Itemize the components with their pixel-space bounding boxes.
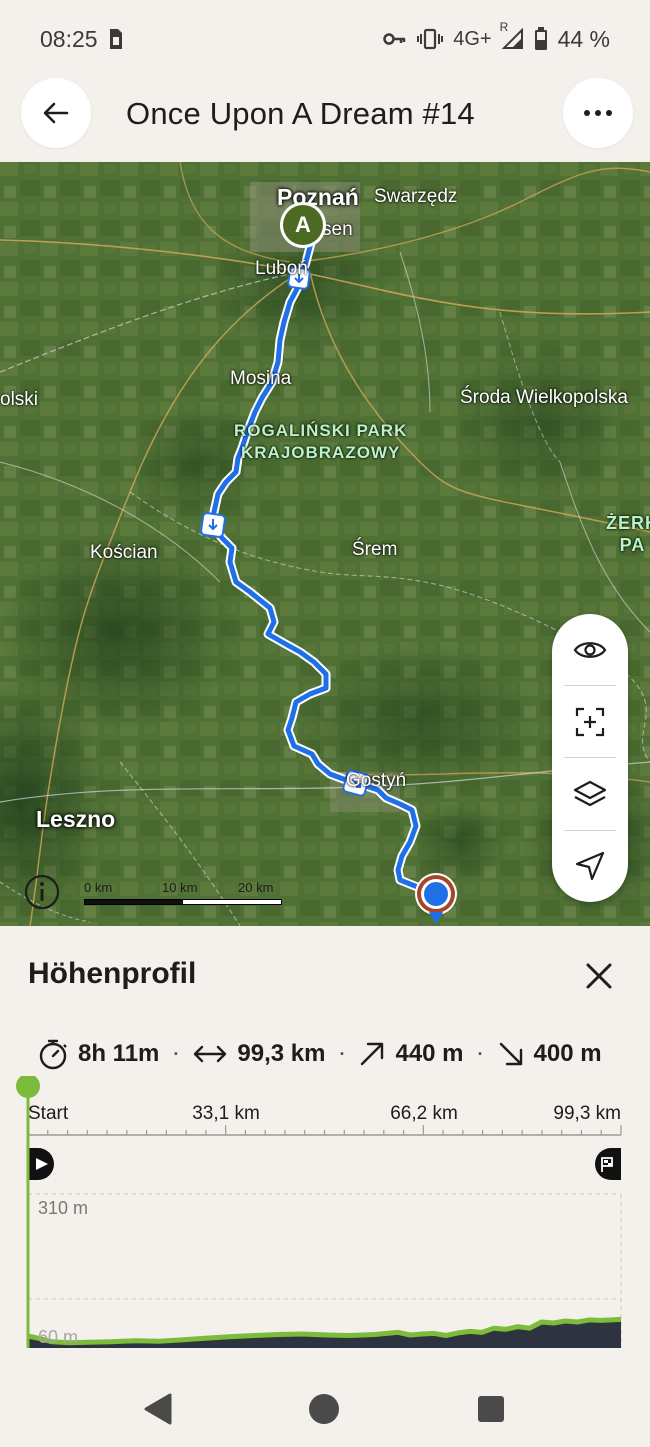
map-label-olski: olski xyxy=(0,389,39,410)
map-label-sroda: Środa Wielkopolska xyxy=(460,387,628,408)
map-label-mosina: Mosina xyxy=(230,368,292,389)
y-max-label: 310 m xyxy=(38,1198,88,1218)
top-app-bar: Once Upon A Dream #14 xyxy=(0,78,650,162)
scale-bar xyxy=(84,899,282,905)
map-label-leszno: Leszno xyxy=(36,806,116,832)
checker-square xyxy=(604,1160,608,1163)
more-options-button[interactable] xyxy=(563,78,633,148)
distance-tick-label: 33,1 km xyxy=(192,1103,260,1124)
fit-route-button[interactable] xyxy=(552,686,628,757)
map-label-zerk: ŻERK PA xyxy=(606,513,650,555)
location-marker[interactable] xyxy=(414,872,458,924)
stat-descent: 400 m xyxy=(498,1040,602,1068)
status-time: 08:25 xyxy=(40,25,98,52)
map-label-koscian: Kościan xyxy=(90,542,158,563)
map-info-button[interactable] xyxy=(24,874,60,910)
stat-distance: 99,3 km xyxy=(193,1040,325,1068)
distance-tick-label: 99,3 km xyxy=(553,1103,621,1124)
recents-square-icon xyxy=(478,1396,504,1422)
page-title: Once Upon A Dream #14 xyxy=(126,96,475,131)
y-min-label: 60 m xyxy=(38,1327,78,1347)
scale-label-20: 20 km xyxy=(238,880,274,895)
system-nav-bar xyxy=(0,1376,650,1447)
battery-icon xyxy=(534,27,548,51)
back-button[interactable] xyxy=(21,78,91,148)
map-label-park: ROGALIŃSKI PARK KRAJOBRAZOWY xyxy=(234,421,408,462)
eye-icon xyxy=(573,641,607,658)
checker-square xyxy=(608,1163,612,1166)
layers-icon xyxy=(573,780,607,807)
waypoint-marker-2 xyxy=(200,512,226,538)
stat-separator: · xyxy=(477,1043,484,1064)
map-label-srem: Śrem xyxy=(352,539,398,560)
navigate-button[interactable] xyxy=(552,831,628,902)
back-triangle-icon xyxy=(144,1393,172,1425)
network-label: 4G+ xyxy=(453,27,492,50)
signal-icon: R xyxy=(500,20,524,50)
elevation-profile-sheet: Höhenprofil 8h 11m · 99,3 km · 440 m · 4… xyxy=(0,926,650,1376)
layers-button[interactable] xyxy=(552,758,628,829)
sheet-title: Höhenprofil xyxy=(28,957,197,990)
nav-back-button[interactable] xyxy=(142,1392,174,1431)
close-button[interactable] xyxy=(583,960,615,992)
distance-value: 99,3 km xyxy=(237,1040,326,1067)
key-icon xyxy=(383,31,407,47)
more-horizontal-icon xyxy=(584,110,612,116)
map-label-lubon: Luboń xyxy=(255,258,308,279)
elevation-chart[interactable]: Start 33,1 km 66,2 km 99,3 km 310 m 60 m xyxy=(0,1076,650,1351)
route-stats: 8h 11m · 99,3 km · 440 m · 400 m xyxy=(38,1038,602,1070)
close-icon xyxy=(586,963,612,989)
descent-value: 400 m xyxy=(533,1040,602,1067)
fit-route-icon xyxy=(575,707,605,736)
navigate-icon xyxy=(575,852,605,881)
info-icon xyxy=(24,874,60,910)
nav-home-button[interactable] xyxy=(308,1392,340,1431)
distance-tick-label: 66,2 km xyxy=(390,1103,458,1124)
ascent-value: 440 m xyxy=(395,1040,464,1067)
ascent-arrow-icon xyxy=(361,1042,384,1066)
map-label-swarzedz: Swarzędz xyxy=(374,186,458,207)
start-marker[interactable]: A xyxy=(280,202,326,248)
vibrate-icon xyxy=(417,28,444,50)
distance-tick-label: Start xyxy=(28,1103,69,1124)
scale-label-0: 0 km xyxy=(84,880,113,895)
roaming-label: R xyxy=(499,20,509,34)
stat-ascent: 440 m xyxy=(359,1040,464,1068)
start-marker-label: A xyxy=(283,205,323,245)
route-map[interactable]: Poznań Swarzędz sen Luboń Mosina Środa W… xyxy=(0,162,650,926)
map-scale: 0 km 10 km 20 km xyxy=(84,880,284,910)
home-circle-icon xyxy=(309,1394,339,1424)
sim-icon xyxy=(108,28,124,50)
nav-recents-button[interactable] xyxy=(476,1392,506,1431)
status-bar: 08:25 4G+ R 44 % xyxy=(0,0,650,78)
scale-label-10: 10 km xyxy=(162,880,198,895)
map-label-posen: sen xyxy=(322,219,353,240)
duration-value: 8h 11m xyxy=(78,1040,160,1067)
descent-arrow-icon xyxy=(499,1042,522,1066)
visibility-button[interactable] xyxy=(552,614,628,685)
battery-level: 44 % xyxy=(557,25,610,52)
arrow-left-icon xyxy=(43,102,69,124)
stopwatch-icon xyxy=(39,1039,67,1070)
stat-separator: · xyxy=(173,1043,180,1064)
stat-separator: · xyxy=(339,1043,346,1064)
map-label-gostyn: Gostyń xyxy=(346,770,407,791)
position-cursor-handle[interactable] xyxy=(16,1076,40,1098)
map-controls xyxy=(552,614,628,902)
distance-arrows-icon xyxy=(194,1045,227,1063)
stat-duration: 8h 11m xyxy=(38,1038,159,1070)
